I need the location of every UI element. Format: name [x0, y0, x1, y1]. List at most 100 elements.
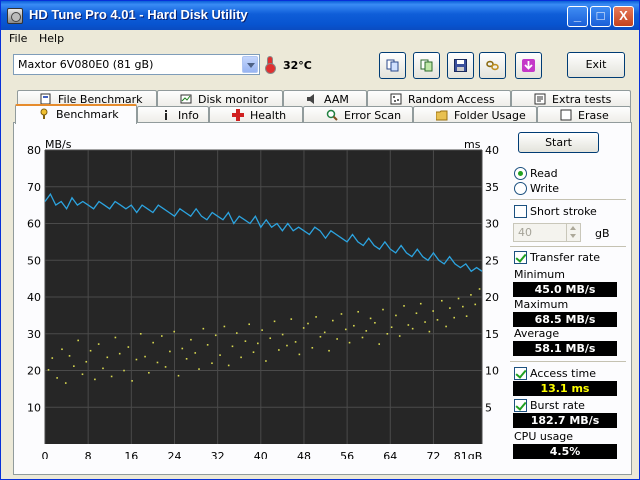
access-time-point — [424, 321, 426, 323]
x-tick-label: 40 — [254, 450, 268, 459]
access-time-checkbox[interactable] — [514, 367, 527, 380]
access-time-point — [181, 347, 184, 350]
maximum-value: 68.5 MB/s — [513, 312, 617, 327]
divider — [510, 361, 626, 362]
access-time-point — [231, 345, 234, 348]
menu-file[interactable]: File — [9, 32, 27, 45]
access-time-point — [169, 350, 171, 353]
erase-icon — [560, 109, 572, 121]
access-time-point — [440, 299, 443, 302]
access-time-point — [298, 353, 301, 356]
start-button[interactable]: Start — [518, 132, 599, 153]
write-radio[interactable] — [514, 182, 527, 195]
drive-select[interactable]: Maxtor 6V080E0 (81 gB) — [13, 54, 260, 75]
transfer-rate-label: Transfer rate — [530, 251, 601, 264]
access-time-point — [194, 352, 197, 354]
copy-green-icon — [420, 59, 433, 72]
burst-rate-value: 182.7 MB/s — [513, 413, 617, 428]
x-tick-label: 81gB — [454, 450, 483, 459]
access-time-point — [118, 352, 121, 355]
screenshot-button[interactable] — [515, 52, 542, 79]
access-time-point — [432, 310, 434, 312]
access-time-point — [244, 340, 247, 342]
access-time-point — [395, 314, 397, 317]
access-time-point — [211, 362, 213, 365]
access-time-point — [223, 325, 226, 328]
access-time-point — [445, 325, 447, 328]
access-time-point — [248, 323, 250, 326]
benchmark-chart: 0 8 16 24 32 40 48 56 64 72 81gB 10 20 30 40 50 60 70 80 5 1… — [27, 138, 499, 459]
tab-label: Disk monitor — [198, 93, 269, 106]
access-time-point — [190, 338, 192, 341]
stepper-arrows-icon[interactable] — [566, 224, 580, 241]
exit-button[interactable]: Exit — [567, 52, 625, 78]
access-time-point — [462, 305, 464, 308]
temperature-readout: 32°C — [283, 59, 312, 72]
read-radio[interactable] — [514, 167, 527, 180]
access-time-point — [160, 335, 163, 337]
access-time-point — [478, 288, 481, 290]
folder-icon — [436, 110, 448, 121]
access-time-point — [198, 368, 200, 370]
access-time-point — [273, 320, 276, 323]
access-time-value: 13.1 ms — [513, 381, 617, 396]
tab-label: Benchmark — [56, 108, 119, 121]
access-time-point — [47, 369, 50, 371]
health-cross-icon — [232, 109, 244, 121]
app-window: HD Tune Pro 4.01 - Hard Disk Utility _ □… — [0, 0, 640, 480]
chevron-down-icon[interactable] — [242, 56, 258, 73]
access-time-point — [449, 307, 451, 309]
burst-rate-checkbox[interactable] — [514, 399, 527, 412]
floppy-disk-icon — [454, 59, 467, 72]
info-icon — [165, 110, 167, 120]
transfer-rate-checkbox[interactable] — [514, 251, 527, 264]
access-time-point — [315, 316, 317, 318]
read-label: Read — [530, 167, 558, 180]
access-time-point — [240, 356, 242, 359]
access-time-point — [269, 337, 272, 340]
access-time-point — [419, 302, 422, 305]
x-tick-label: 8 — [85, 450, 92, 459]
access-time-point — [340, 313, 343, 315]
access-time-point — [436, 319, 439, 321]
x-tick-label: 32 — [211, 450, 225, 459]
access-time-point — [415, 312, 418, 315]
access-time-point — [457, 297, 460, 300]
access-time-point — [97, 343, 100, 345]
save-button[interactable] — [447, 52, 474, 79]
random-access-icon — [390, 93, 402, 105]
access-time-point — [152, 341, 154, 344]
access-time-point — [77, 339, 79, 342]
options-button[interactable] — [479, 52, 506, 79]
y-left-tick-label: 30 — [27, 328, 41, 341]
copy-info-button[interactable] — [379, 52, 406, 79]
access-time-point — [114, 336, 117, 339]
access-time-point — [398, 335, 401, 337]
maximum-label: Maximum — [514, 298, 569, 311]
y-left-tick-label: 50 — [27, 254, 41, 267]
access-time-point — [51, 357, 54, 359]
access-time-point — [135, 358, 138, 361]
copy-benchmark-button[interactable] — [413, 52, 440, 79]
access-time-point — [470, 294, 472, 296]
menu-help[interactable]: Help — [39, 32, 64, 45]
tab-benchmark[interactable]: Benchmark — [15, 104, 137, 124]
y-left-tick-label: 60 — [27, 218, 41, 231]
access-time-point — [336, 338, 338, 340]
access-time-point — [411, 327, 414, 330]
access-time-point — [474, 303, 477, 306]
short-stroke-checkbox[interactable] — [514, 205, 527, 218]
access-time-point — [173, 330, 176, 333]
title-bar[interactable]: HD Tune Pro 4.01 - Hard Disk Utility _ □… — [1, 1, 639, 30]
short-stroke-stepper[interactable]: 40 — [513, 223, 581, 242]
tab-label: Random Access — [408, 93, 495, 106]
minimize-button[interactable]: _ — [567, 6, 588, 27]
access-time-point — [307, 322, 309, 325]
tab-label: Info — [178, 109, 199, 122]
benchmark-icon — [40, 108, 48, 119]
access-time-point — [361, 336, 364, 339]
close-button[interactable]: X — [613, 6, 634, 27]
maximize-button[interactable]: □ — [590, 6, 611, 27]
y-left-tick-label: 40 — [27, 291, 41, 304]
access-time-point — [102, 367, 104, 370]
